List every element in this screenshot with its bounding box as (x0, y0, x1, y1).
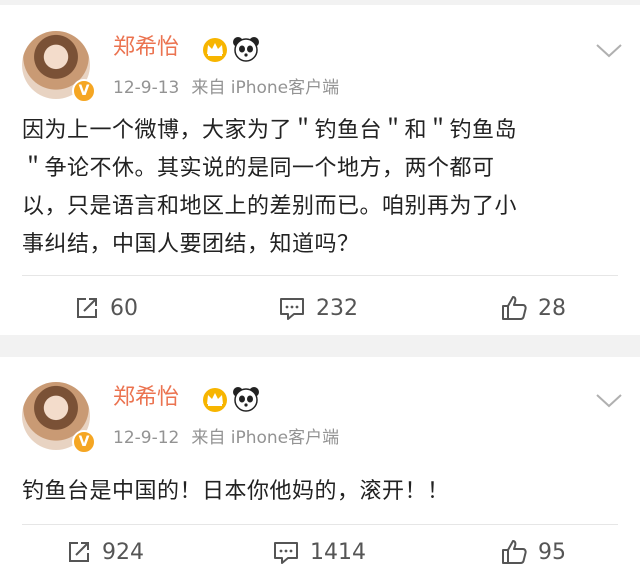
post-text-line: 钓鱼台是中国的！日本你他妈的，滚开！！ (22, 479, 450, 504)
weibo-post: V 郑希怡 12-9-13 来自 iPhone客户端 因为上一个微博，大家为了＂钓… (0, 5, 640, 335)
post-text-line: 以，只是语言和地区上的差别而已。咱别再为了小 (22, 194, 518, 219)
like-count: 95 (538, 539, 566, 565)
verified-badge: V (72, 430, 96, 454)
comment-button[interactable]: 1414 (272, 537, 366, 567)
post-source: 来自 iPhone客户端 (191, 78, 340, 98)
post-text-line: ＂争论不休。其实说的是同一个地方，两个都可 (22, 156, 495, 181)
divider (22, 275, 618, 276)
avatar[interactable]: V (22, 382, 96, 454)
verified-badge: V (72, 79, 96, 103)
comment-icon (280, 298, 304, 320)
thumbs-up-icon (502, 540, 527, 564)
comment-button[interactable]: 232 (278, 293, 358, 323)
post-date: 12-9-13 (113, 78, 180, 98)
crown-icon[interactable] (200, 386, 230, 412)
chevron-down-icon[interactable] (594, 391, 624, 411)
like-button[interactable]: 95 (500, 537, 566, 567)
repost-button[interactable]: 924 (66, 537, 144, 567)
chevron-down-icon[interactable] (594, 41, 624, 61)
comment-count: 1414 (310, 539, 366, 565)
author-name[interactable]: 郑希怡 (113, 383, 179, 413)
post-text: 钓鱼台是中国的！日本你他妈的，滚开！！ (22, 473, 618, 511)
panda-icon (233, 37, 259, 62)
divider (22, 524, 618, 525)
post-date: 12-9-12 (113, 428, 180, 448)
post-source: 来自 iPhone客户端 (191, 428, 340, 448)
post-text: 因为上一个微博，大家为了＂钓鱼台＂和＂钓鱼岛 ＂争论不休。其实说的是同一个地方，… (22, 112, 618, 264)
repost-icon (77, 298, 97, 318)
repost-button[interactable]: 60 (74, 293, 138, 323)
repost-icon (69, 542, 89, 562)
post-text-line: 因为上一个微博，大家为了＂钓鱼台＂和＂钓鱼岛 (22, 118, 518, 143)
post-meta: 12-9-13 来自 iPhone客户端 (113, 76, 351, 100)
thumbs-up-icon (502, 296, 527, 320)
comment-icon (274, 542, 298, 564)
repost-count: 924 (102, 539, 144, 565)
author-name[interactable]: 郑希怡 (113, 33, 179, 63)
panda-icon (233, 387, 259, 412)
post-meta: 12-9-12 来自 iPhone客户端 (113, 426, 351, 450)
crown-icon[interactable] (200, 36, 230, 62)
comment-count: 232 (316, 295, 358, 321)
repost-count: 60 (110, 295, 138, 321)
weibo-post: V 郑希怡 12-9-12 来自 iPhone客户端 钓鱼台是中国的！日本你他妈的… (0, 357, 640, 567)
like-button[interactable]: 28 (500, 293, 566, 323)
post-text-line: 事纠结，中国人要团结，知道吗？ (22, 232, 360, 257)
avatar[interactable]: V (22, 31, 96, 103)
like-count: 28 (538, 295, 566, 321)
